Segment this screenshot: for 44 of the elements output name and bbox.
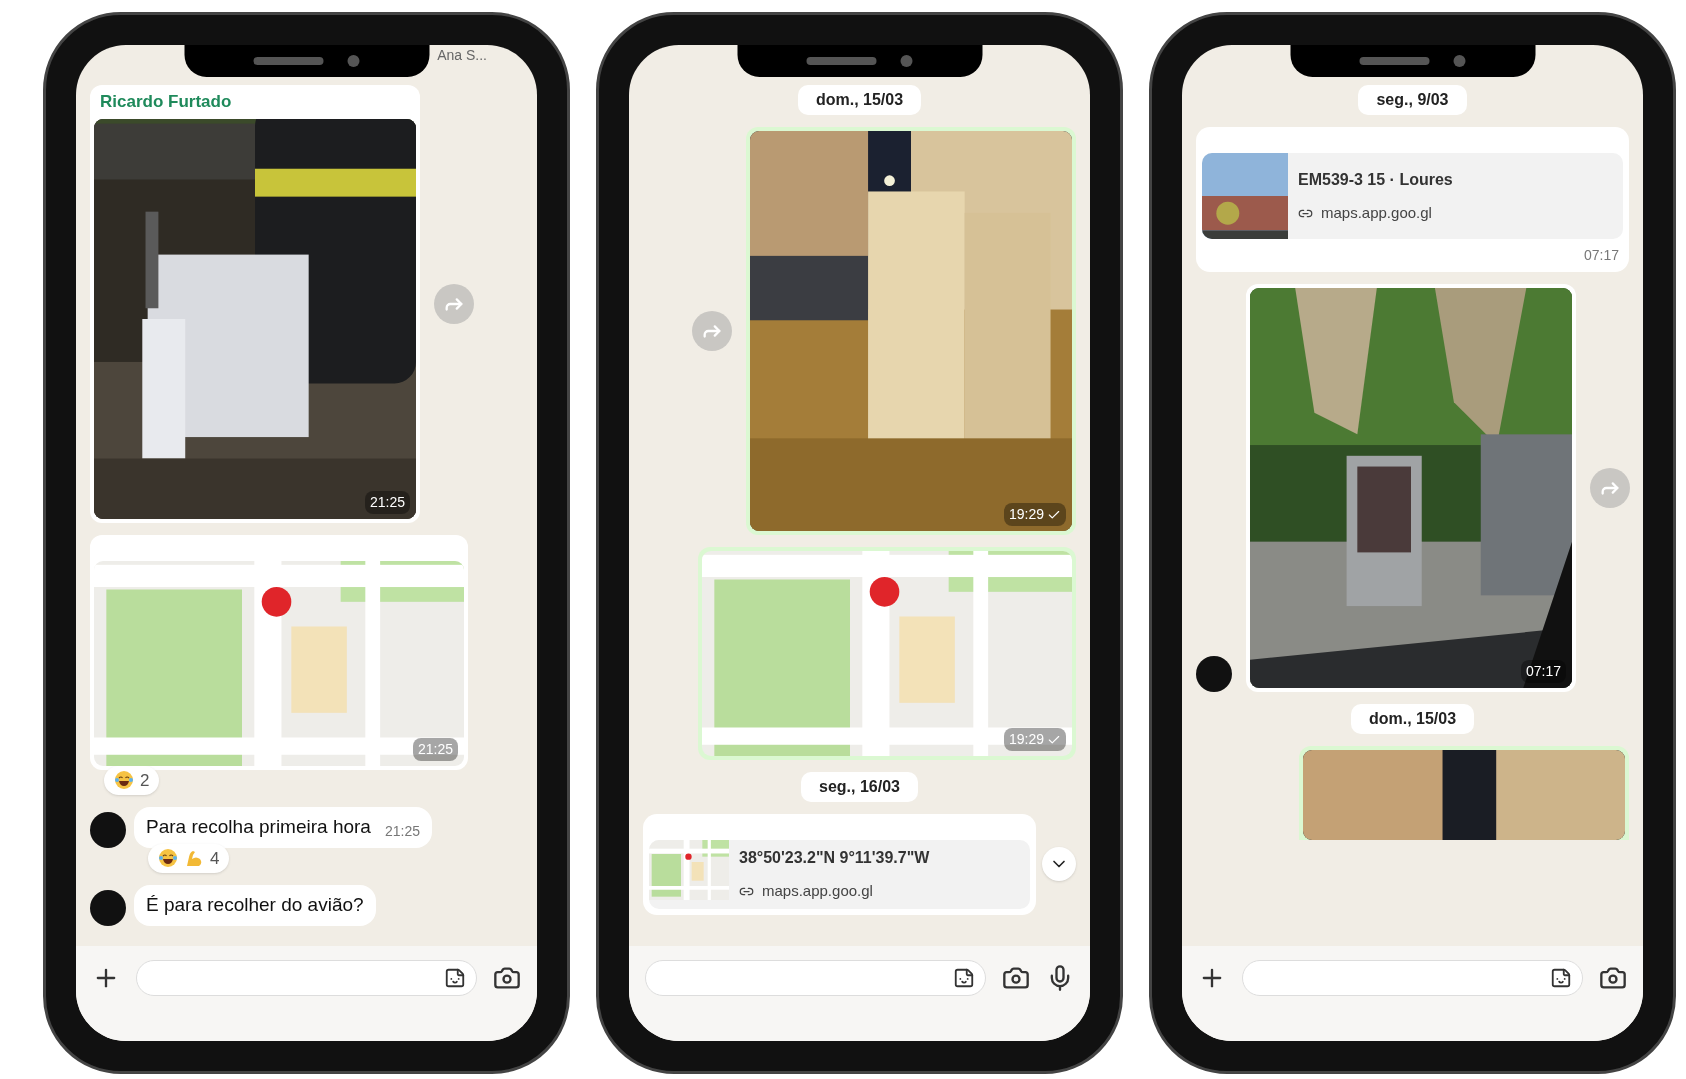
avatar[interactable] bbox=[90, 889, 126, 926]
forward-button[interactable] bbox=[692, 311, 732, 351]
sender-name: Ricardo Furtado bbox=[99, 91, 233, 113]
message-text: Para recolha primeira hora bbox=[146, 815, 371, 839]
message-time: 21:25 bbox=[369, 492, 405, 512]
reaction-count: 4 bbox=[210, 847, 220, 870]
photo-message[interactable]: 19:29 bbox=[746, 127, 1076, 535]
avatar[interactable] bbox=[90, 811, 126, 848]
reaction-pill[interactable]: 4 bbox=[148, 843, 230, 873]
sticker-icon bbox=[444, 967, 466, 989]
link-title: EM539-3 15 · Loures bbox=[1298, 169, 1453, 190]
forward-button[interactable] bbox=[434, 283, 474, 324]
laughing-emoji-icon bbox=[158, 848, 178, 869]
message-time: 19:29 bbox=[1008, 730, 1044, 749]
date-label: dom., 15/03 bbox=[1350, 704, 1475, 734]
sticker-icon bbox=[953, 967, 975, 989]
avatar[interactable] bbox=[1196, 656, 1232, 692]
date-label: dom., 15/03 bbox=[797, 85, 922, 115]
flexed-arm-icon bbox=[184, 848, 204, 869]
message-time: 07:17 bbox=[1525, 662, 1561, 681]
link-url: maps.app.goo.gl bbox=[762, 881, 873, 901]
date-label: seg., 9/03 bbox=[1358, 85, 1467, 115]
date-label: seg., 16/03 bbox=[801, 772, 918, 802]
laughing-emoji-icon bbox=[114, 770, 134, 791]
message-time: 19:29 bbox=[1008, 505, 1044, 524]
forward-button[interactable] bbox=[1590, 468, 1630, 508]
message-text: É para recolher do avião? bbox=[146, 893, 364, 917]
sticker-icon bbox=[1550, 967, 1572, 989]
scroll-down-button[interactable] bbox=[1042, 847, 1076, 882]
reaction-count: 2 bbox=[140, 769, 150, 792]
message-time: 07:17 bbox=[1583, 246, 1619, 265]
contact-name: Ana S... bbox=[437, 46, 487, 65]
photo-message[interactable]: Ricardo Furtado 21:25 bbox=[90, 85, 420, 523]
message-time: 21:25 bbox=[384, 821, 420, 841]
link-url: maps.app.goo.gl bbox=[1321, 202, 1432, 223]
message-input[interactable] bbox=[1242, 960, 1583, 996]
message-time: 21:25 bbox=[417, 739, 453, 759]
link-title: 38°50'23.2"N 9°11'39.7"W bbox=[739, 848, 930, 868]
link-preview[interactable]: EM539-3 15 · Loures maps.app.goo.gl bbox=[1202, 153, 1623, 239]
photo-message[interactable]: 07:17 bbox=[1246, 284, 1576, 692]
link-preview[interactable]: 38°50'23.2"N 9°11'39.7"W maps.app.goo.gl bbox=[649, 840, 1030, 909]
reaction-pill[interactable]: 2 bbox=[104, 765, 160, 795]
message-input[interactable] bbox=[136, 960, 477, 996]
message-input[interactable] bbox=[645, 960, 986, 996]
